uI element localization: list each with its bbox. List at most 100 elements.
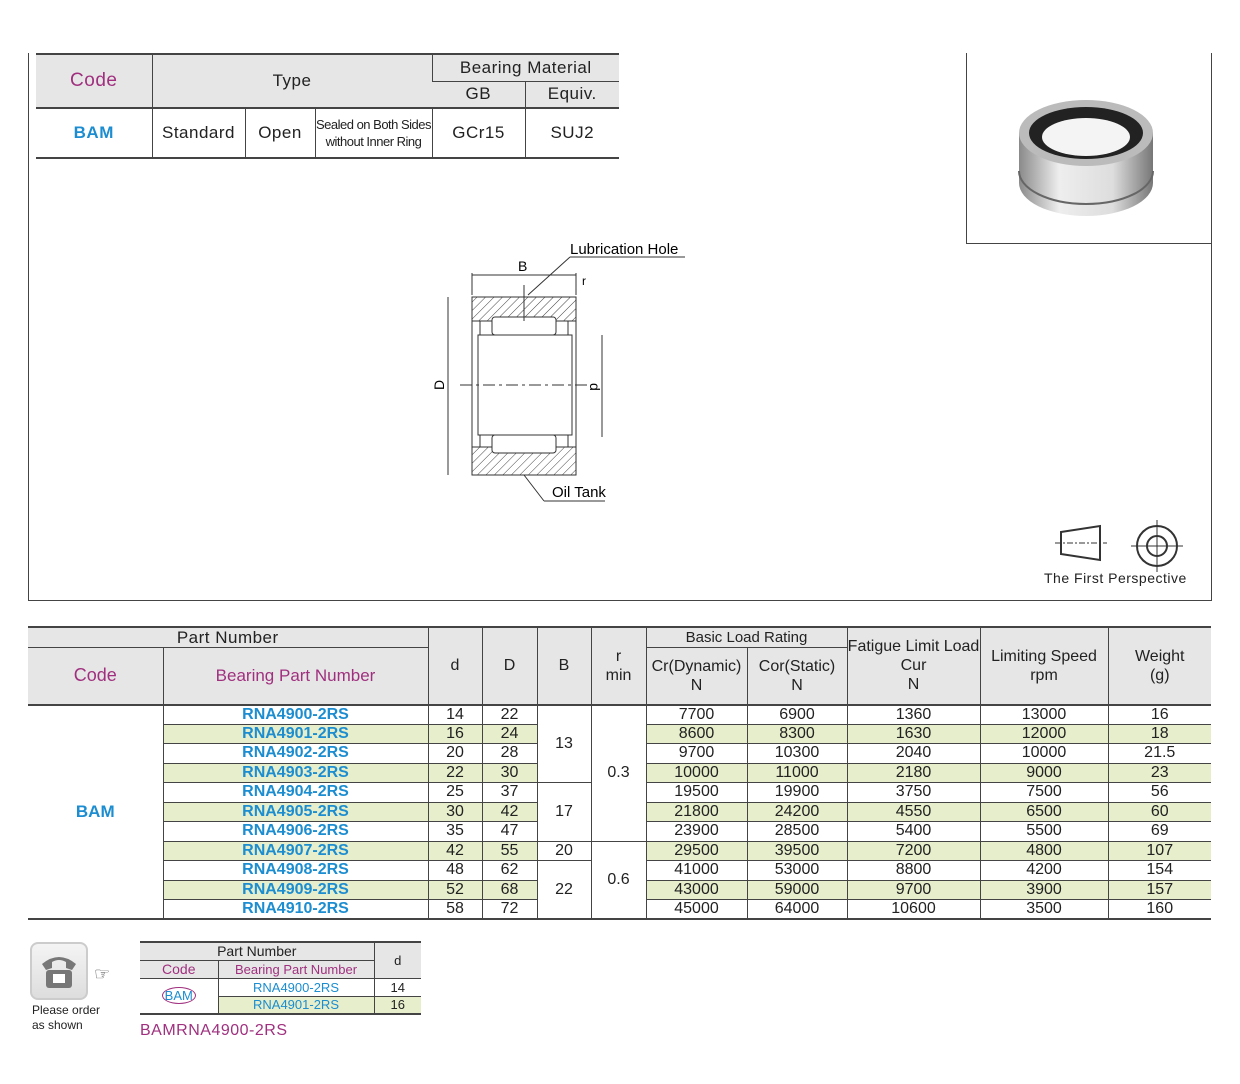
table-row: RNA4907-2RS 42 55 20 0.6 29500 39500 7200 4800 10…: [28, 840, 1211, 919]
phone-order-icon: [30, 942, 88, 1000]
order-part-number-header: Part Number: [140, 941, 375, 960]
D-cell: 55: [481, 840, 537, 861]
cor-cell: 24200: [746, 801, 847, 822]
weight-cell: 16: [1107, 704, 1211, 724]
d-cell: 22: [427, 762, 482, 783]
D-cell: 22: [481, 704, 537, 724]
B-cell: 22: [536, 860, 591, 919]
type-open: Open: [244, 107, 315, 158]
speed-cell: 3900: [979, 879, 1108, 900]
D-cell: 24: [481, 723, 537, 744]
type-standard: Standard: [151, 107, 245, 158]
d-cell: 14: [427, 704, 482, 724]
weight-cell: 21.5: [1107, 743, 1211, 763]
rpm-header: rpm: [1030, 666, 1058, 684]
basic-load-rating-header: Basic Load Rating: [645, 626, 847, 648]
part-number-cell: RNA4902-2RS: [162, 743, 428, 763]
D-cell: 47: [481, 821, 537, 841]
speed-cell: 3500: [979, 899, 1108, 919]
specification-table: Part Number d D B r min Basic Load Rating…: [28, 626, 1211, 920]
order-row-pn: RNA4901-2RS: [217, 995, 375, 1014]
equiv-value: SUJ2: [524, 107, 620, 158]
weight-cell: 69: [1107, 821, 1211, 841]
r-cell: 0.6: [590, 840, 646, 919]
order-row-d: 16: [373, 995, 422, 1014]
type-header: Type: [151, 54, 433, 108]
B-cell: 13: [536, 704, 591, 783]
D-cell: 28: [481, 743, 537, 763]
cr-unit: N: [690, 676, 703, 694]
sealed-line2: without Inner Ring: [325, 134, 422, 149]
cor-cell: 8300: [746, 723, 847, 744]
d-cell: 16: [427, 723, 482, 744]
speed-cell: 4200: [979, 860, 1108, 880]
cor-cell: 11000: [746, 762, 847, 783]
d-cell: 35: [427, 821, 482, 841]
equiv-header: Equiv.: [524, 80, 620, 108]
cr-cell: 41000: [645, 860, 747, 880]
D-cell: 68: [481, 879, 537, 900]
oil-tank-label: Oil Tank: [552, 484, 606, 501]
pointing-hand-icon: ☞: [94, 964, 111, 984]
cor-cell: 19900: [746, 782, 847, 802]
cr-cell: 9700: [645, 743, 747, 763]
part-number-header: Part Number: [28, 626, 428, 648]
weight-cell: 18: [1107, 723, 1211, 744]
cur-cell: 2180: [846, 762, 980, 783]
cur-cell: 5400: [846, 821, 980, 841]
code-header: Code: [36, 54, 152, 108]
cur-cell: 10600: [846, 899, 980, 919]
order-bpn-header: Bearing Part Number: [217, 959, 375, 978]
cr-cell: 10000: [645, 762, 747, 783]
d-header: d: [427, 626, 482, 705]
first-angle-projection-icon: [1055, 520, 1183, 572]
cor-cell: 59000: [746, 879, 847, 900]
cor-cell: 28500: [746, 821, 847, 841]
cur-cell: 7200: [846, 840, 980, 861]
part-number-cell: RNA4908-2RS: [162, 860, 428, 880]
weight-cell: 154: [1107, 860, 1211, 880]
part-number-cell: RNA4903-2RS: [162, 762, 428, 783]
D-cell: 72: [481, 899, 537, 919]
cr-cell: 19500: [645, 782, 747, 802]
speed-header: Limiting Speed: [991, 647, 1097, 665]
order-note: Please order as shown: [32, 1003, 101, 1032]
bearing-part-number-header: Bearing Part Number: [162, 647, 428, 705]
cr-cell: 29500: [645, 840, 747, 861]
weight-cell: 157: [1107, 879, 1211, 900]
cr-cell: 21800: [645, 801, 747, 822]
cur-cell: 1360: [846, 704, 980, 724]
code-header: Code: [28, 647, 163, 705]
weight-cell: 160: [1107, 899, 1211, 919]
part-number-cell: RNA4900-2RS: [162, 704, 428, 724]
order-result: BAMRNA4900-2RS: [140, 1022, 288, 1039]
dim-D: D: [431, 380, 447, 390]
d-cell: 25: [427, 782, 482, 802]
speed-cell: 10000: [979, 743, 1108, 763]
table-row: BAM RNA4900-2RS 14 22 13 0.3 7700 6900 1360 13000…: [28, 704, 1211, 919]
d-cell: 20: [427, 743, 482, 763]
order-row-pn: RNA4900-2RS: [217, 977, 375, 996]
order-row-d: 14: [373, 977, 422, 996]
cor-cell: 6900: [746, 704, 847, 724]
order-code-value: BAM: [161, 987, 196, 1005]
projection-label: The First Perspective: [1044, 570, 1187, 586]
D-header: D: [481, 626, 537, 705]
code-value: BAM: [36, 107, 152, 158]
B-cell: 20: [536, 840, 591, 861]
sealed-line1: Sealed on Both Sides: [315, 117, 432, 132]
code-cell: BAM: [28, 704, 163, 919]
bearing-photo: [1018, 100, 1154, 216]
cur-cell: 2040: [846, 743, 980, 763]
B-header: B: [536, 626, 591, 705]
cor-unit: N: [791, 676, 803, 694]
d-cell: 42: [427, 840, 482, 861]
part-number-cell: RNA4910-2RS: [162, 899, 428, 919]
cur-cell: 4550: [846, 801, 980, 822]
weight-header: Weight: [1134, 647, 1185, 665]
bearing-cross-section-drawing: B D d Lubrication Hole r Oil Tank: [431, 241, 685, 502]
speed-cell: 9000: [979, 762, 1108, 783]
cor-header: Cor(Static): [758, 657, 836, 675]
part-number-cell: RNA4901-2RS: [162, 723, 428, 744]
cr-cell: 7700: [645, 704, 747, 724]
